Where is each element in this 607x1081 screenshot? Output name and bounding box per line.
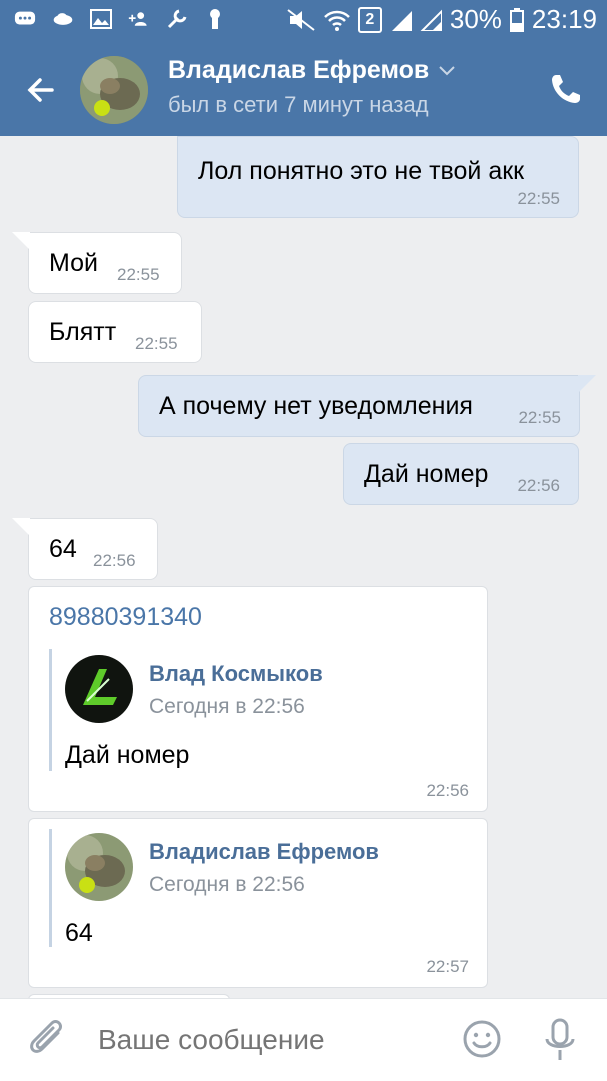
message-card[interactable]: Владислав Ефремов Сегодня в 22:56 64 22:… <box>28 818 488 988</box>
forward-text: Дай номер <box>65 741 190 769</box>
add-user-icon <box>128 8 150 30</box>
notification-icons <box>14 8 226 30</box>
message-bubble[interactable]: А почему нет уведомления 22:55 <box>138 375 580 437</box>
forward-bar <box>49 649 52 771</box>
wrench-icon <box>166 8 188 30</box>
contact-name-text: Владислав Ефремов <box>168 56 430 84</box>
message-bubble[interactable]: Блятт 22:55 <box>28 301 202 363</box>
system-status: 2 30% 23:19 <box>286 4 597 35</box>
forward-date: Сегодня в 22:56 <box>149 873 305 896</box>
forward-avatar[interactable] <box>65 833 133 901</box>
forward-text: 64 <box>65 919 93 947</box>
keyhole-icon <box>204 8 226 30</box>
chat-notification-icon <box>14 8 36 30</box>
message-text: 64 <box>49 535 77 563</box>
forward-bar <box>49 829 52 947</box>
image-icon <box>90 8 112 30</box>
status-bar: 2 30% 23:19 <box>0 0 607 42</box>
message-text: Лол понятно это не твой акк <box>198 157 525 185</box>
message-time: 22:56 <box>426 781 469 800</box>
message-time: 22:57 <box>426 957 469 976</box>
message-text: Мой <box>49 249 98 277</box>
message-text: Дай номер <box>364 460 489 488</box>
message-text: А почему нет уведомления <box>159 392 473 420</box>
message-card[interactable]: 89880391340 Влад Космыков Сегодня в 22:5… <box>28 586 488 812</box>
message-bubble[interactable]: Мой 22:55 <box>28 232 182 294</box>
forward-author[interactable]: Влад Космыков <box>149 661 323 687</box>
signal-icon-2 <box>420 9 442 31</box>
mute-icon <box>287 8 315 31</box>
message-bubble[interactable]: Дай номер 22:56 <box>343 443 579 505</box>
emoji-icon[interactable] <box>462 1019 502 1059</box>
contact-avatar[interactable] <box>80 56 148 124</box>
message-time: 22:55 <box>135 334 178 353</box>
message-time: 22:56 <box>517 476 560 495</box>
message-composer <box>0 998 607 1081</box>
message-time: 22:55 <box>518 408 561 427</box>
last-seen-status: был в сети 7 минут назад <box>168 92 429 117</box>
bubble-tail <box>12 232 30 250</box>
forward-avatar[interactable] <box>65 655 133 723</box>
message-bubble[interactable]: 64 22:56 <box>28 518 158 580</box>
phone-number-link[interactable]: 89880391340 <box>49 603 202 632</box>
message-list[interactable]: Лол понятно это не твой акк 22:55 Мой 22… <box>0 136 607 998</box>
message-input[interactable] <box>96 1023 440 1057</box>
bubble-tail <box>12 518 30 536</box>
battery-percent: 30% <box>449 4 502 34</box>
cloud-icon <box>52 8 74 30</box>
forward-author[interactable]: Владислав Ефремов <box>149 839 379 865</box>
chevron-down-icon <box>439 66 455 76</box>
clock: 23:19 <box>531 4 597 34</box>
contact-name[interactable]: Владислав Ефремов <box>168 56 455 85</box>
microphone-icon[interactable] <box>542 1017 578 1063</box>
signal-icon <box>391 10 412 31</box>
back-arrow-icon[interactable] <box>22 70 62 110</box>
message-time: 22:55 <box>517 189 560 208</box>
message-time: 22:56 <box>93 551 136 570</box>
message-time: 22:55 <box>117 265 160 284</box>
app-bar: Владислав Ефремов был в сети 7 минут наз… <box>0 42 607 136</box>
forward-date: Сегодня в 22:56 <box>149 695 305 718</box>
wifi-icon <box>323 10 350 31</box>
battery-icon <box>509 7 524 32</box>
bubble-tail <box>578 375 596 393</box>
sim-slot-badge: 2 <box>357 6 382 33</box>
attach-icon[interactable] <box>28 1019 68 1063</box>
message-text: Блятт <box>49 318 117 346</box>
message-bubble[interactable]: Лол понятно это не твой акк 22:55 <box>177 136 579 218</box>
phone-icon[interactable] <box>549 72 583 106</box>
